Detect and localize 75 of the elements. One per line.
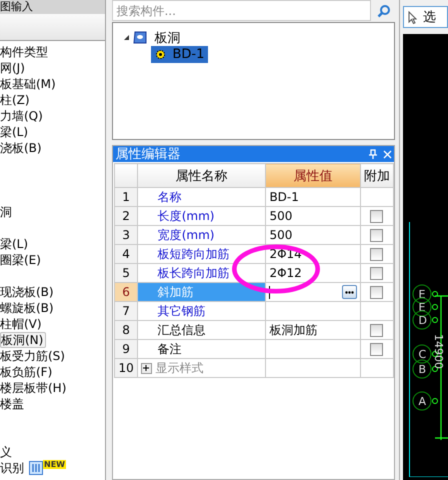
cursor-icon: [408, 10, 417, 24]
ellipsis-button[interactable]: [342, 285, 357, 299]
folder-icon: [133, 30, 148, 44]
list-item[interactable]: 浇板(B): [0, 140, 44, 156]
row-number: 9: [114, 340, 138, 358]
panel-tab[interactable]: 图输入: [0, 0, 106, 14]
panel-title: 属性编辑器: [115, 146, 182, 163]
list-item[interactable]: 网(J): [0, 60, 27, 76]
property-name: 宽度(mm): [137, 226, 266, 244]
pin-button[interactable]: [366, 147, 380, 161]
tree-item[interactable]: 板洞: [150, 28, 184, 48]
list-item[interactable]: 板洞(N): [0, 332, 46, 348]
expand-button[interactable]: [140, 362, 152, 374]
list-item[interactable]: 识别: [0, 460, 26, 476]
column-header[interactable]: 属性名称: [137, 164, 266, 188]
list-item[interactable]: 楼层板带(H): [0, 380, 68, 396]
column-header[interactable]: 附加: [360, 164, 394, 188]
checkbox[interactable]: [370, 343, 384, 356]
list-item[interactable]: 力墙(Q): [0, 108, 45, 124]
expander-icon[interactable]: [123, 34, 130, 41]
row-number: 8: [114, 320, 138, 340]
list-item[interactable]: 梁(L): [0, 124, 30, 140]
list-item[interactable]: 螺旋板(B): [0, 300, 56, 316]
property-value: 2Φ12: [266, 264, 360, 282]
close-icon: [382, 150, 392, 158]
list-item[interactable]: 现浇板(B): [0, 284, 56, 300]
property-name: 长度(mm): [137, 206, 266, 226]
property-value: 板洞加筋: [266, 320, 360, 340]
value-field[interactable]: [266, 282, 360, 302]
list-item[interactable]: 板受力筋(S): [0, 348, 67, 364]
property-name: 显示样式: [156, 360, 204, 376]
list-item[interactable]: 洞: [0, 204, 14, 220]
list-item[interactable]: 楼盖: [0, 396, 26, 412]
row-number: 10: [114, 358, 138, 378]
dots-icon: [344, 290, 354, 294]
property-name: 汇总信息: [137, 320, 266, 340]
corner-cell: [114, 164, 138, 188]
row-number: 7: [114, 302, 138, 320]
column-header[interactable]: 属性值: [266, 164, 360, 188]
checkbox[interactable]: [370, 286, 384, 300]
property-value: BD-1: [266, 188, 360, 206]
row-number: 4: [114, 244, 138, 264]
pin-icon: [369, 149, 377, 159]
list-item[interactable]: 构件类型: [0, 44, 50, 60]
select-button[interactable]: 选: [403, 6, 448, 28]
list-item[interactable]: 柱(Z): [0, 92, 32, 108]
property-name: 备注: [137, 340, 266, 358]
row-number: 3: [114, 226, 138, 244]
list-item[interactable]: 义: [0, 444, 14, 460]
row-number: 1: [114, 188, 138, 206]
property-name: 其它钢筋: [137, 302, 266, 320]
plus-icon: [142, 364, 150, 372]
list-item[interactable]: 圈梁(E): [0, 252, 43, 268]
row-number: 2: [114, 206, 138, 226]
search-icon: [377, 4, 391, 18]
row-number: 6: [114, 282, 138, 302]
list-item[interactable]: 柱帽(V): [0, 316, 44, 332]
new-badge: NEW: [43, 460, 66, 469]
row-number: 5: [114, 264, 138, 282]
property-name: 斜加筋: [137, 282, 266, 302]
columns-icon: [29, 461, 43, 475]
tree-item[interactable]: BD-1: [151, 46, 208, 63]
property-value: 500: [266, 226, 360, 244]
checkbox[interactable]: [370, 248, 384, 262]
list-item[interactable]: 板基础(M): [0, 76, 58, 92]
search-field[interactable]: 搜索构件...: [112, 0, 371, 21]
property-value: 500: [266, 206, 360, 226]
gear-icon: [155, 49, 166, 60]
property-name: 名称: [137, 188, 266, 206]
checkbox[interactable]: [370, 229, 384, 242]
checkbox[interactable]: [370, 267, 384, 280]
list-item[interactable]: 梁(L): [0, 236, 30, 252]
checkbox[interactable]: [370, 210, 384, 224]
checkbox[interactable]: [370, 324, 384, 338]
list-item[interactable]: 板负筋(F): [0, 364, 54, 380]
